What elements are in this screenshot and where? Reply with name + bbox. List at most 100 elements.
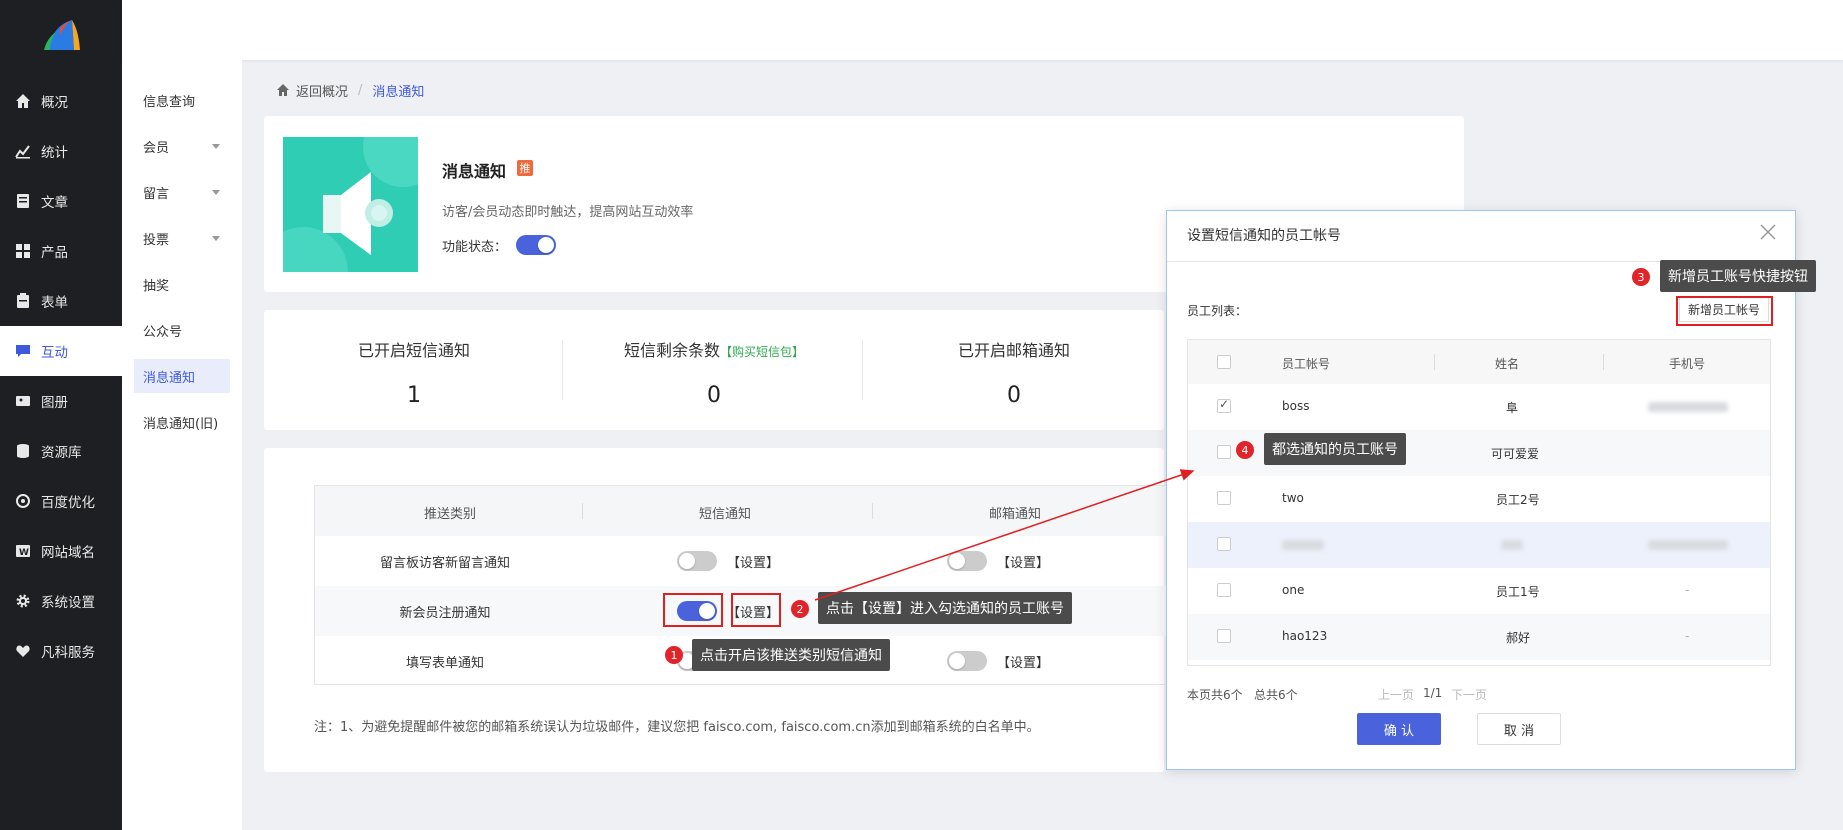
sidebar-item-label: 凡科服务 [41,645,95,661]
table-row: hao123 郝好 - [1188,614,1770,660]
stat-sms-remaining-value: 0 [707,383,721,408]
email-setting-link[interactable]: 【设置】 [997,552,1049,571]
cancel-button[interactable]: 取 消 [1477,713,1561,745]
subnav-label: 公众号 [143,324,183,340]
sidebar-item-stats[interactable]: 统计 [0,126,122,176]
sms-setting-link[interactable]: 【设置】 [727,552,779,571]
chevron-down-icon [212,190,220,195]
confirm-button[interactable]: 确 认 [1357,713,1441,745]
staff-account: boss [1282,399,1310,413]
table-header: 员工帐号 姓名 手机号 [1188,340,1770,384]
next-page-link[interactable]: 下一页 [1451,686,1487,703]
subnav-item-info-query[interactable]: 信息查询 [134,83,230,117]
subnav-label: 投票 [143,232,170,248]
staff-name: 可可爱爱 [1491,447,1540,461]
table-row: 留言板访客新留言通知 【设置】 【设置】 [315,536,1173,586]
subnav-item-member[interactable]: 会员 [134,129,230,163]
step-number-badge: 3 [1632,268,1650,286]
sidebar-item-product[interactable]: 产品 [0,226,122,276]
subnav-label: 抽奖 [143,278,170,294]
sidebar-item-label: 概况 [41,95,68,111]
stat-sms-remaining-label: 短信剩余条数【购买短信包】 [604,337,824,361]
row-type-name: 留言板访客新留言通知 [379,556,510,571]
staff-account-dialog: 设置短信通知的员工帐号 员工列表： 新增员工帐号 员工帐号 姓名 手机号 bos… [1166,210,1796,770]
staff-name: 员工2号 [1496,493,1540,507]
highlight-box [731,593,781,627]
sidebar-item-article[interactable]: 文章 [0,176,122,226]
staff-account: two [1282,491,1304,505]
blurred-phone [1648,402,1728,412]
recommend-badge: 推 [517,160,533,176]
sub-navigation: 信息查询 会员 留言 投票 抽奖 公众号 消息通知 消息通知(旧) [122,60,242,830]
subnav-item-notification[interactable]: 消息通知 [134,359,230,393]
table-row [1188,522,1770,568]
subnav-item-vote[interactable]: 投票 [134,221,230,255]
buy-sms-link[interactable]: 【购买短信包】 [720,345,804,359]
subnav-item-official-account[interactable]: 公众号 [134,313,230,347]
table-row: one 员工1号 - [1188,568,1770,614]
sidebar-item-home[interactable]: 概况 [0,76,122,126]
sms-toggle[interactable] [677,551,717,571]
stat-email-enabled-value: 0 [1007,383,1021,408]
subnav-item-lottery[interactable]: 抽奖 [134,267,230,301]
row-checkbox[interactable] [1217,537,1231,551]
heart-icon [15,643,31,659]
row-checkbox[interactable] [1217,583,1231,597]
row-type-name: 新会员注册通知 [399,606,491,621]
row-checkbox[interactable] [1217,445,1231,459]
home-icon[interactable] [276,83,290,97]
subnav-item-message[interactable]: 留言 [134,175,230,209]
svg-text:W: W [19,548,29,558]
email-setting-link[interactable]: 【设置】 [997,652,1049,671]
form-icon [15,293,31,309]
row-checkbox[interactable] [1217,629,1231,643]
column-header: 员工帐号 [1282,357,1331,371]
sidebar-item-label: 产品 [41,245,68,261]
email-toggle[interactable] [947,551,987,571]
database-icon [15,443,31,459]
sidebar-item-form[interactable]: 表单 [0,276,122,326]
table-header: 推送类别 短信通知 邮箱通知 [315,486,1173,536]
staff-account: hao123 [1282,629,1328,643]
home-icon [15,93,31,109]
sidebar-item-album[interactable]: 图册 [0,376,122,426]
app-logo[interactable] [42,16,82,56]
product-icon [15,243,31,259]
article-icon [15,193,31,209]
sidebar-item-database[interactable]: 资源库 [0,426,122,476]
row-checkbox[interactable] [1217,491,1231,505]
staff-table: 员工帐号 姓名 手机号 boss 阜 可可爱爱 two 员工2号 [1187,339,1771,666]
row-type-name: 填写表单通知 [405,656,484,671]
divider [872,503,873,519]
feature-status-label: 功能状态： [442,240,508,255]
stat-sms-remaining-text: 短信剩余条数 [623,341,720,360]
sidebar-item-domain[interactable]: W 网站域名 [0,526,122,576]
step-number-badge: 1 [665,646,683,664]
subnav-item-notification-old[interactable]: 消息通知(旧) [134,405,230,439]
prev-page-link[interactable]: 上一页 [1378,686,1414,703]
sidebar-item-seo[interactable]: 百度优化 [0,476,122,526]
subnav-label: 会员 [143,140,170,156]
domain-icon: W [15,543,31,559]
sidebar-item-chat[interactable]: 互动 [0,326,122,376]
total-count-text: 总共6个 [1254,688,1298,702]
subnav-label: 信息查询 [143,94,196,110]
page-indicator: 1/1 [1423,686,1443,700]
feature-status-toggle[interactable] [516,235,556,255]
sidebar-item-heart[interactable]: 凡科服务 [0,626,122,676]
row-checkbox[interactable] [1217,397,1231,413]
annotation-tooltip: 点击【设置】进入勾选通知的员工账号 [818,592,1072,624]
email-toggle[interactable] [947,651,987,671]
seo-icon [15,493,31,509]
sidebar-item-gear[interactable]: 系统设置 [0,576,122,626]
sidebar-item-label: 互动 [41,345,68,361]
column-header: 姓名 [1495,357,1520,371]
close-icon[interactable] [1759,223,1777,241]
staff-name: 员工1号 [1496,585,1540,599]
feature-title: 消息通知 [442,162,507,181]
annotation-tooltip: 新增员工账号快捷按钮 [1660,260,1816,292]
blurred-phone [1648,540,1728,550]
speaker-illustration [283,137,418,272]
breadcrumb-back-link[interactable]: 返回概况 [296,81,348,100]
select-all-checkbox[interactable] [1217,355,1231,369]
